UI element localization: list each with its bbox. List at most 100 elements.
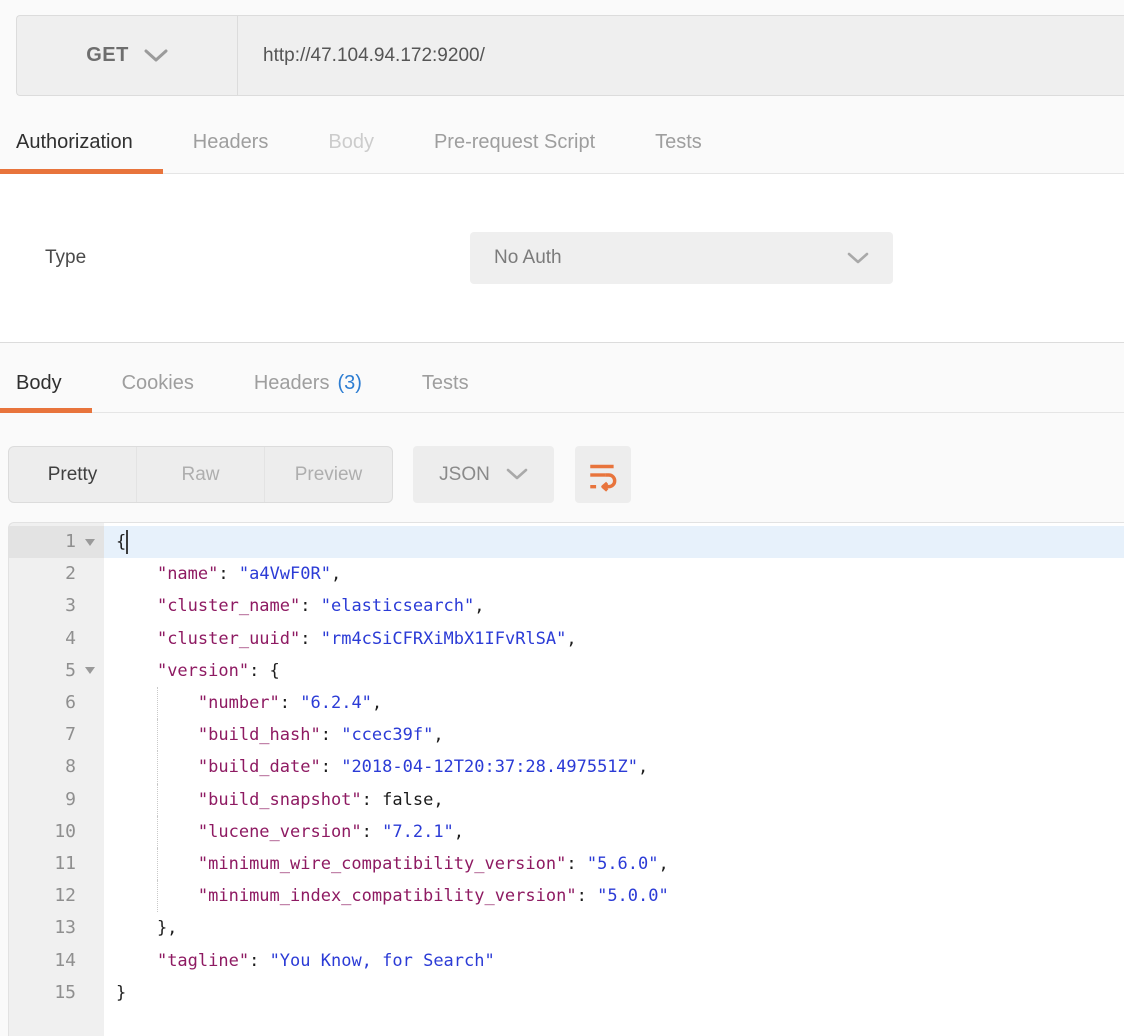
code-line-content[interactable]: "cluster_uuid": "rm4cSiCFRXiMbX1IFvRlSA"… (104, 623, 1124, 655)
json-key: "tagline" (157, 951, 249, 971)
tab-request-pre-request-script[interactable]: Pre-request Script (404, 112, 625, 173)
code-line-content[interactable]: "lucene_version": "7.2.1", (104, 816, 1124, 848)
auth-type-select[interactable]: No Auth (470, 232, 893, 284)
code-line: 9 "build_snapshot": false, (9, 784, 1124, 816)
fold-column (76, 539, 104, 546)
json-key: "name" (157, 564, 218, 584)
json-key: "lucene_version" (198, 822, 362, 842)
json-punctuation: , (566, 629, 576, 649)
json-string: "ccec39f" (341, 725, 433, 745)
json-key: "build_date" (198, 757, 321, 777)
indent-guide (157, 687, 158, 719)
line-number: 14 (9, 952, 76, 970)
json-punctuation: , (659, 854, 669, 874)
code-line-content[interactable]: "version": { (104, 655, 1124, 687)
code-line-content[interactable]: "number": "6.2.4", (104, 687, 1124, 719)
code-line-content[interactable]: "name": "a4VwF0R", (104, 558, 1124, 590)
json-punctuation (116, 564, 157, 584)
line-number: 2 (9, 565, 76, 583)
fold-toggle-icon[interactable] (85, 539, 95, 546)
code-line: 4 "cluster_uuid": "rm4cSiCFRXiMbX1IFvRlS… (9, 623, 1124, 655)
code-line-content[interactable]: } (104, 977, 1124, 1009)
response-body-editor: 1{2 "name": "a4VwF0R",3 "cluster_name": … (8, 522, 1124, 1036)
indent-guide (157, 816, 158, 848)
json-punctuation: : (249, 951, 269, 971)
tab-request-headers[interactable]: Headers (163, 112, 299, 173)
authorization-section: Type No Auth (0, 174, 1124, 343)
chevron-down-icon (506, 468, 528, 481)
response-tabs: Body CookiesHeaders(3)Tests (0, 343, 1124, 413)
code-line-content[interactable]: { (104, 526, 1124, 558)
method-dropdown[interactable]: GET (17, 16, 238, 95)
line-number: 9 (9, 791, 76, 809)
code-line: 10 "lucene_version": "7.2.1", (9, 816, 1124, 848)
format-select[interactable]: JSON (413, 446, 554, 503)
json-punctuation (116, 629, 157, 649)
view-mode-preview[interactable]: Preview (265, 447, 392, 502)
auth-type-value: No Auth (494, 247, 562, 269)
code-line-content[interactable]: "minimum_index_compatibility_version": "… (104, 880, 1124, 912)
json-punctuation: : (577, 886, 597, 906)
json-punctuation (116, 951, 157, 971)
fold-toggle-icon[interactable] (85, 667, 95, 674)
json-string: "5.0.0" (597, 886, 669, 906)
json-string: "You Know, for Search" (270, 951, 495, 971)
code-line: 11 "minimum_wire_compatibility_version":… (9, 848, 1124, 880)
indent-guide (157, 751, 158, 783)
json-punctuation: : (321, 757, 341, 777)
json-string: "5.6.0" (587, 854, 659, 874)
line-number: 11 (9, 855, 76, 873)
json-punctuation: }, (116, 918, 177, 938)
tab-request-authorization[interactable]: Authorization (0, 112, 163, 173)
code-line-content[interactable]: "build_hash": "ccec39f", (104, 719, 1124, 751)
json-key: "cluster_name" (157, 596, 300, 616)
chevron-down-icon (144, 49, 168, 63)
code-line: 12 "minimum_index_compatibility_version"… (9, 880, 1124, 912)
json-punctuation: , (433, 725, 443, 745)
json-string: "7.2.1" (382, 822, 454, 842)
url-input[interactable]: http://47.104.94.172:9200/ (238, 16, 1124, 95)
json-punctuation (116, 661, 157, 681)
json-punctuation: : (280, 693, 300, 713)
code-line-content[interactable]: "build_date": "2018-04-12T20:37:28.49755… (104, 751, 1124, 783)
code-line-content[interactable]: "tagline": "You Know, for Search" (104, 944, 1124, 976)
line-number: 13 (9, 919, 76, 937)
line-number: 8 (9, 758, 76, 776)
code-line-content[interactable]: "minimum_wire_compatibility_version": "5… (104, 848, 1124, 880)
json-punctuation: , (331, 564, 341, 584)
code-line: 5 "version": { (9, 655, 1124, 687)
tab-request-body[interactable]: Body (298, 112, 404, 173)
line-number: 10 (9, 823, 76, 841)
code-line-content[interactable]: }, (104, 912, 1124, 944)
json-punctuation: , (454, 822, 464, 842)
postman-app: GET http://47.104.94.172:9200/ Authoriza… (0, 15, 1124, 1036)
method-label: GET (86, 44, 129, 67)
code-line-content[interactable]: "cluster_name": "elasticsearch", (104, 590, 1124, 622)
json-key: "build_snapshot" (198, 790, 362, 810)
json-punctuation: , (474, 596, 484, 616)
view-mode-raw[interactable]: Raw (137, 447, 265, 502)
json-punctuation: : (566, 854, 586, 874)
tab-response-cookies[interactable]: Cookies (92, 355, 224, 412)
json-punctuation: , (638, 757, 648, 777)
code-line: 1{ (9, 526, 1124, 558)
json-string: "elasticsearch" (321, 596, 475, 616)
code-line: 13 }, (9, 912, 1124, 944)
code-line-content[interactable]: "build_snapshot": false, (104, 784, 1124, 816)
tab-request-tests[interactable]: Tests (625, 112, 732, 173)
tab-response-tests[interactable]: Tests (392, 355, 499, 412)
gutter-cell: 5 (9, 655, 104, 687)
view-mode-pretty[interactable]: Pretty (9, 447, 137, 502)
json-key: "build_hash" (198, 725, 321, 745)
tab-label: Pre-request Script (434, 131, 595, 154)
tab-response-body[interactable]: Body (0, 355, 92, 412)
tab-label: Body (16, 372, 62, 395)
gutter-cell: 15 (9, 977, 104, 1009)
tab-response-headers[interactable]: Headers(3) (224, 355, 392, 412)
line-number: 3 (9, 597, 76, 615)
json-punctuation: : (218, 564, 238, 584)
word-wrap-button[interactable] (575, 446, 631, 503)
indent-guide (157, 719, 158, 751)
json-punctuation: : { (249, 661, 280, 681)
indent-guide (157, 848, 158, 880)
